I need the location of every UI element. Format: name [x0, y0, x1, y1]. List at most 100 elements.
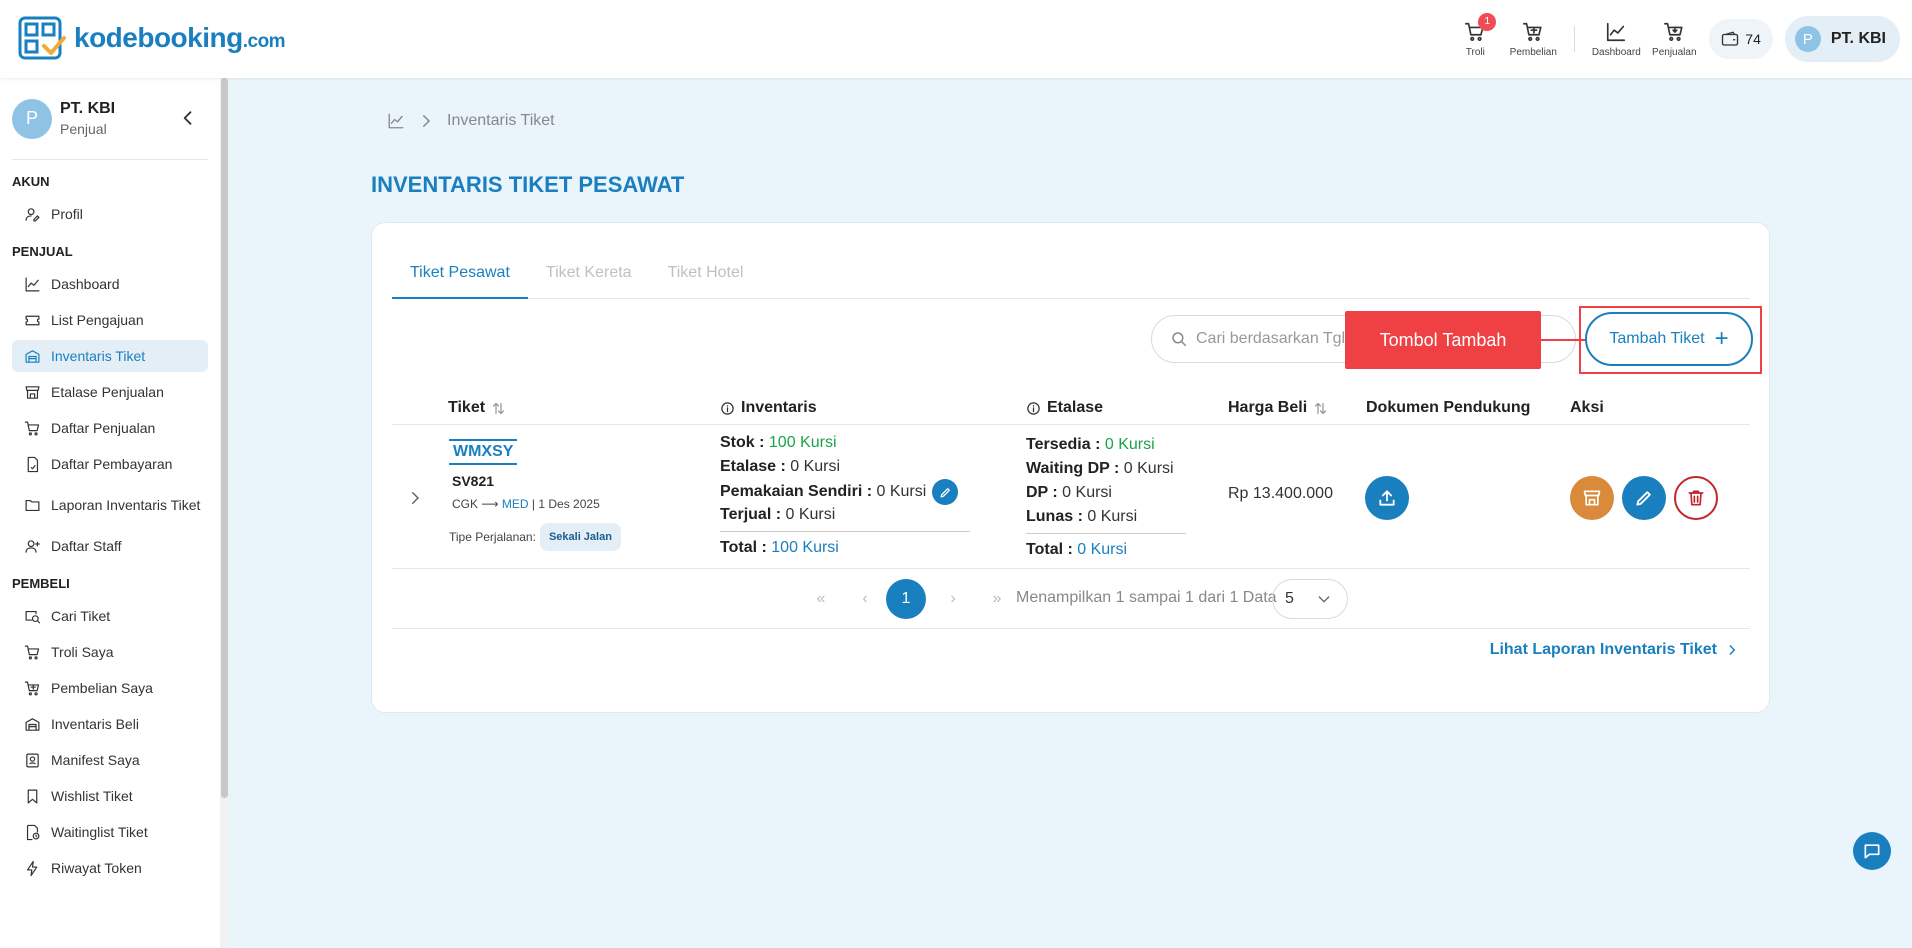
section-penjual: PENJUAL — [12, 244, 73, 259]
cart-icon — [24, 645, 40, 659]
payment-doc-icon — [27, 456, 39, 472]
sort-icon[interactable] — [1313, 401, 1328, 416]
tab-tiket-kereta[interactable]: Tiket Kereta — [528, 247, 650, 299]
total-value: 100 Kursi — [771, 539, 839, 556]
sidebar-item-laporan-inventaris[interactable]: Laporan Inventaris Tiket — [12, 484, 208, 526]
sidebar-item-label: Profil — [51, 206, 83, 222]
info-icon[interactable] — [1026, 401, 1041, 416]
cart-badge: 1 — [1478, 12, 1497, 31]
wallet-balance[interactable]: 74 — [1709, 19, 1773, 59]
breadcrumb: Inventaris Tiket — [387, 112, 555, 130]
first-page-button[interactable]: « — [804, 582, 838, 616]
chat-support-button[interactable] — [1853, 832, 1891, 870]
sidebar-item-label: Etalase Penjualan — [51, 384, 164, 400]
report-link[interactable]: Lihat Laporan Inventaris Tiket — [1490, 641, 1739, 659]
add-ticket-button[interactable]: Tambah Tiket + — [1585, 312, 1753, 366]
wallet-icon — [1722, 31, 1739, 46]
sidebar-item-wishlist-tiket[interactable]: Wishlist Tiket — [12, 780, 208, 812]
sidebar-item-label: Waitinglist Tiket — [51, 824, 148, 840]
sidebar-profile: P PT. KBI Penjual — [12, 78, 208, 160]
table-header: Tiket Inventaris Etalase Harga Beli Doku… — [392, 391, 1750, 425]
scrollbar-thumb[interactable] — [221, 78, 228, 798]
info-icon[interactable] — [720, 401, 735, 416]
page-size-value: 5 — [1285, 590, 1294, 607]
tab-tiket-hotel[interactable]: Tiket Hotel — [650, 247, 762, 299]
sidebar-item-daftar-staff[interactable]: Daftar Staff — [12, 530, 208, 562]
sidebar-item-manifest-saya[interactable]: Manifest Saya — [12, 744, 208, 776]
col-tiket[interactable]: Tiket — [448, 399, 506, 417]
table-row: WMXSY SV821 CGK ⟶ MED | 1 Des 2025 Tipe … — [392, 425, 1750, 569]
inventaris-cell: Stok : 100 Kursi Etalase : 0 Kursi Pemak… — [720, 431, 970, 556]
shopping-cart-icon — [1523, 22, 1542, 41]
ticket-code[interactable]: WMXSY — [449, 439, 518, 465]
edit-button[interactable] — [1622, 476, 1666, 520]
chevron-left-icon[interactable] — [178, 108, 198, 128]
edit-pemakaian-button[interactable] — [932, 479, 959, 505]
etalase-label: Etalase : — [720, 458, 786, 475]
profile-name: PT. KBI — [60, 100, 116, 117]
terjual-label: Terjual : — [720, 506, 782, 523]
pemakaian-value: 0 Kursi — [876, 483, 927, 501]
logo[interactable]: kodebooking.com — [18, 16, 286, 60]
waiting-dp-value: 0 Kursi — [1123, 460, 1174, 477]
topnav-label: Penjualan — [1652, 46, 1697, 58]
topnav-pembelian[interactable]: Pembelian — [1504, 21, 1562, 58]
topnav-penjualan[interactable]: Penjualan — [1645, 21, 1703, 58]
prev-page-button[interactable]: ‹ — [848, 582, 882, 616]
last-page-button[interactable]: » — [980, 582, 1014, 616]
col-aksi: Aksi — [1570, 399, 1604, 417]
col-harga-beli[interactable]: Harga Beli — [1228, 399, 1328, 417]
sidebar-item-etalase-penjualan[interactable]: Etalase Penjualan — [12, 376, 208, 408]
page-1-button[interactable]: 1 — [886, 579, 926, 619]
sidebar-item-daftar-pembayaran[interactable]: Daftar Pembayaran — [12, 448, 208, 480]
flight-number: SV821 — [452, 473, 495, 489]
topnav-divider — [1574, 26, 1576, 52]
sidebar-item-inventaris-beli[interactable]: Inventaris Beli — [12, 708, 208, 740]
upload-document-button[interactable] — [1365, 476, 1409, 520]
stok-value: 100 Kursi — [768, 434, 837, 451]
page-size-select[interactable]: 5 — [1272, 579, 1348, 619]
clock-doc-icon — [26, 824, 40, 840]
sidebar-item-troli-saya[interactable]: Troli Saya — [12, 636, 208, 668]
sidebar-item-label: Inventaris Tiket — [51, 348, 146, 364]
sidebar-item-waitinglist-tiket[interactable]: Waitinglist Tiket — [12, 816, 208, 848]
pagination-info: Menampilkan 1 sampai 1 dari 1 Data — [1016, 589, 1277, 606]
tersedia-label: Tersedia : — [1026, 436, 1101, 453]
sidebar-item-profil[interactable]: Profil — [12, 198, 208, 230]
sort-icon[interactable] — [491, 401, 506, 416]
sidebar-item-cari-tiket[interactable]: Cari Tiket — [12, 600, 208, 632]
logo-text: kodebooking.com — [74, 22, 286, 53]
lunas-label: Lunas : — [1026, 508, 1083, 525]
avatar: P — [12, 98, 52, 139]
trip-type-badge: Sekali Jalan — [539, 523, 621, 551]
manifest-icon — [26, 753, 39, 767]
sidebar-item-label: List Pengajuan — [51, 312, 144, 328]
sidebar-scrollbar[interactable] — [220, 78, 229, 948]
sidebar-item-label: Riwayat Token — [51, 860, 142, 876]
sidebar-item-label: Wishlist Tiket — [51, 788, 133, 804]
sidebar-item-dashboard[interactable]: Dashboard — [12, 268, 208, 300]
col-label: Dokumen Pendukung — [1366, 399, 1531, 416]
user-menu[interactable]: P PT. KBI — [1784, 16, 1900, 62]
chevron-right-icon — [423, 115, 431, 127]
sidebar: P PT. KBI Penjual AKUN Profil PENJUAL Da… — [0, 78, 220, 948]
col-label: Aksi — [1570, 399, 1604, 416]
store-button[interactable] — [1570, 476, 1614, 520]
delete-button[interactable] — [1674, 476, 1718, 520]
topnav-dashboard[interactable]: Dashboard — [1587, 21, 1645, 58]
topnav-troli[interactable]: 1 Troli — [1446, 12, 1504, 58]
chart-icon[interactable] — [387, 112, 405, 130]
next-page-button[interactable]: › — [936, 582, 970, 616]
breadcrumb-current: Inventaris Tiket — [447, 112, 555, 129]
etalase-cell: Tersedia : 0 Kursi Waiting DP : 0 Kursi … — [1026, 433, 1186, 558]
chevron-right-icon[interactable] — [406, 489, 424, 507]
tab-tiket-pesawat[interactable]: Tiket Pesawat — [392, 247, 528, 299]
ticket-icon — [25, 315, 40, 325]
sidebar-item-riwayat-token[interactable]: Riwayat Token — [12, 852, 208, 884]
sidebar-item-daftar-penjualan[interactable]: Daftar Penjualan — [12, 412, 208, 444]
sidebar-item-list-pengajuan[interactable]: List Pengajuan — [12, 304, 208, 336]
sidebar-item-inventaris-tiket[interactable]: Inventaris Tiket — [12, 340, 208, 372]
col-inventaris: Inventaris — [720, 399, 817, 417]
sidebar-item-label: Daftar Penjualan — [51, 420, 156, 436]
sidebar-item-pembelian-saya[interactable]: Pembelian Saya — [12, 672, 208, 704]
